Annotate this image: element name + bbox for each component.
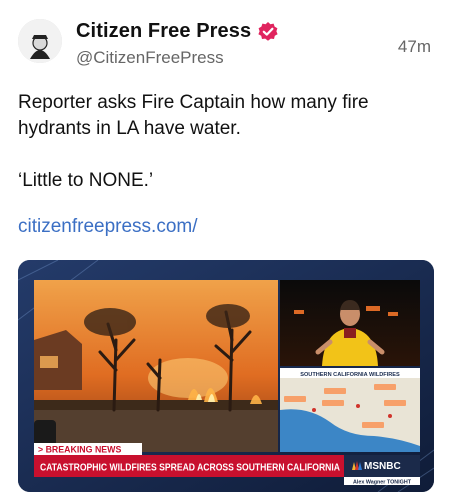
account-handle[interactable]: @CitizenFreePress: [76, 48, 224, 68]
display-name[interactable]: Citizen Free Press: [76, 20, 251, 43]
avatar-image: [18, 19, 62, 63]
map-title: SOUTHERN CALIFORNIA WILDFIRES: [300, 372, 400, 378]
display-name-row: Citizen Free Press: [76, 20, 279, 43]
post-body: Reporter asks Fire Captain how many fire…: [18, 90, 433, 194]
post-link[interactable]: citizenfreepress.com/: [18, 216, 198, 238]
show-name: Alex Wagner TONIGHT: [353, 480, 412, 486]
post-timestamp[interactable]: 47m: [398, 37, 431, 57]
headline-ticker: CATASTROPHIC WILDFIRES SPREAD ACROSS SOU…: [40, 463, 340, 474]
breaking-news-label: > BREAKING NEWS: [38, 445, 121, 455]
verified-badge-icon: [257, 21, 279, 43]
avatar[interactable]: [18, 19, 62, 63]
post-text-line-2: ‘Little to NONE.’: [18, 170, 154, 192]
broadcast-screenshot: SOUTHERN CALIFORNIA WILDFIRES > BREAKING…: [18, 260, 434, 492]
media-attachment[interactable]: SOUTHERN CALIFORNIA WILDFIRES > BREAKING…: [18, 260, 434, 492]
network-logo-text: MSNBC: [364, 461, 401, 472]
post-text-line-1: Reporter asks Fire Captain how many fire…: [18, 92, 369, 140]
